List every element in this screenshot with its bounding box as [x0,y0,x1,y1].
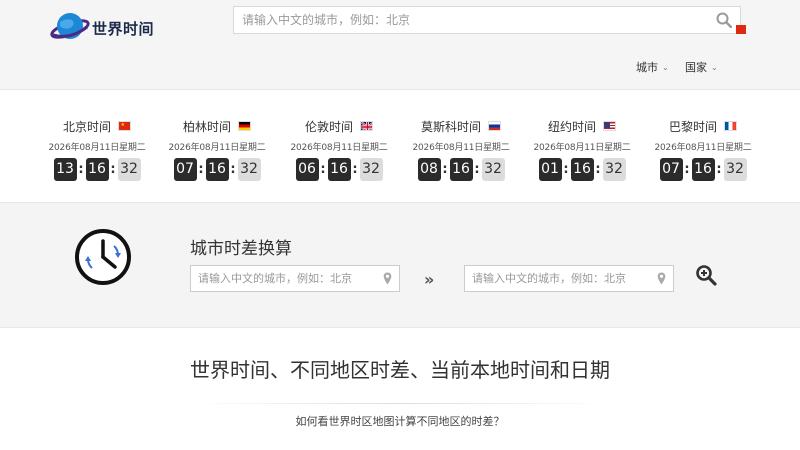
clock-hours: 07 [173,158,197,181]
clock-city[interactable]: 柏林时间 [183,118,231,135]
clock-hours: 13 [53,158,77,181]
clock-time: 06: 16: 32 [279,158,399,181]
clock-icon [75,229,131,285]
clock-minutes: 16 [449,158,473,181]
clock-date: 2026年08月11日星期二 [654,143,752,153]
to-city-input[interactable] [472,266,652,291]
clock-seconds: 32 [481,158,505,181]
nav-country-dropdown[interactable]: 国家 ⌄ [685,59,718,75]
clock-minutes: 16 [691,158,715,181]
logo-text: 世界时间 [92,19,155,38]
france-flag-icon [724,121,737,131]
clock-card[interactable]: 伦敦时间 2026年08月11日星期二 06: 16: 32 [279,118,399,181]
clock-date: 2026年08月11日星期二 [168,143,266,153]
clock-seconds: 32 [359,158,383,181]
location-pin-icon [383,272,392,285]
time-zone-map-link[interactable]: 如何看世界时区地图计算不同地区的时差？ [0,413,800,429]
clock-city[interactable]: 北京时间 [63,118,111,135]
chevron-down-icon: ⌄ [711,62,718,72]
clock-city[interactable]: 莫斯科时间 [421,118,481,135]
to-city-field [464,265,674,292]
clock-hours: 01 [538,158,562,181]
clock-date: 2026年08月11日星期二 [290,143,388,153]
converter-title: 城市时差换算 [190,239,292,259]
clock-seconds: 32 [602,158,626,181]
search-box [233,6,741,34]
clock-city[interactable]: 巴黎时间 [669,118,717,135]
page-heading: 世界时间、不同地区时差、当前本地时间和日期 [190,358,610,382]
zoom-search-icon[interactable] [695,264,717,286]
site-logo[interactable]: 世界时间 [50,10,154,46]
clock-seconds: 32 [237,158,261,181]
clock-seconds: 32 [723,158,747,181]
search-icon[interactable] [716,12,732,28]
nav-city-dropdown[interactable]: 城市 ⌄ [636,59,669,75]
nav-country-label: 国家 [685,61,707,74]
clock-card[interactable]: 莫斯科时间 2026年08月11日星期二 08: 16: 32 [401,118,521,181]
location-pin-icon [657,272,666,285]
time-difference-converter: 城市时差换算 » [0,202,800,328]
double-arrow-icon: » [424,270,434,289]
usa-flag-icon [603,121,616,131]
divider [190,403,610,404]
clock-time: 07: 16: 32 [643,158,763,181]
clock-hours: 07 [659,158,683,181]
clock-date: 2026年08月11日星期二 [412,143,510,153]
site-header: 世界时间 城市 ⌄ 国家 ⌄ [0,0,800,90]
clock-minutes: 16 [570,158,594,181]
clock-card[interactable]: 纽约时间 2026年08月11日星期二 01: 16: 32 [522,118,642,181]
clock-time: 01: 16: 32 [522,158,642,181]
chevron-down-icon: ⌄ [662,62,669,72]
from-city-field [190,265,400,292]
china-flag-icon [736,25,746,34]
clock-minutes: 16 [327,158,351,181]
search-input[interactable] [242,7,702,33]
globe-logo-icon [50,13,90,39]
clock-date: 2026年08月11日星期二 [533,143,631,153]
uk-flag-icon [360,121,373,131]
world-clocks: 北京时间 ★ 2026年08月11日星期二 13: 16: 32 柏林时间 20… [0,91,800,202]
clock-time: 13: 16: 32 [37,158,157,181]
nav-city-label: 城市 [636,61,658,74]
clock-hours: 08 [417,158,441,181]
clock-time: 07: 16: 32 [157,158,277,181]
from-city-input[interactable] [198,266,378,291]
clock-city[interactable]: 伦敦时间 [305,118,353,135]
russia-flag-icon [488,121,501,131]
clock-seconds: 32 [117,158,141,181]
clock-time: 08: 16: 32 [401,158,521,181]
clock-hours: 06 [295,158,319,181]
clock-card[interactable]: 柏林时间 2026年08月11日星期二 07: 16: 32 [157,118,277,181]
china-flag-icon: ★ [118,121,131,131]
clock-date: 2026年08月11日星期二 [48,143,146,153]
germany-flag-icon [238,121,251,131]
clock-card[interactable]: 北京时间 ★ 2026年08月11日星期二 13: 16: 32 [37,118,157,181]
clock-minutes: 16 [205,158,229,181]
clock-card[interactable]: 巴黎时间 2026年08月11日星期二 07: 16: 32 [643,118,763,181]
clock-city[interactable]: 纽约时间 [548,118,596,135]
clock-minutes: 16 [85,158,109,181]
